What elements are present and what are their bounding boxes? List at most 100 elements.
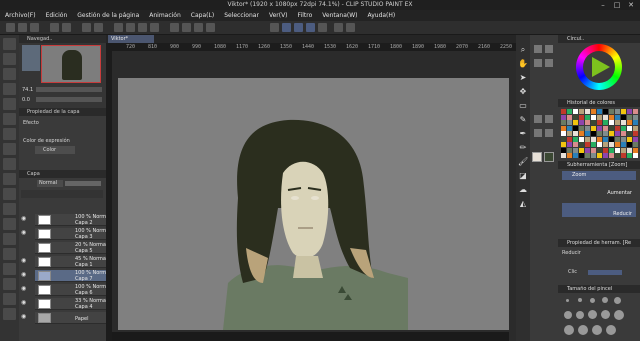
color-history-swatch[interactable] [597, 114, 602, 120]
color-history-swatch[interactable] [615, 109, 620, 114]
color-history-swatch[interactable] [585, 109, 590, 114]
color-history-swatch[interactable] [591, 142, 596, 147]
color-history-swatch[interactable] [621, 114, 626, 120]
color-history-swatch[interactable] [573, 142, 578, 147]
color-history-swatch[interactable] [627, 147, 632, 153]
brush-size-option[interactable] [564, 325, 574, 335]
subview-icon[interactable] [3, 53, 16, 65]
pen-tool-icon[interactable]: ✒ [518, 129, 528, 139]
tool-icon-13[interactable] [3, 218, 16, 230]
visibility-eye-icon[interactable]: ◉ [21, 314, 29, 320]
color-history-swatch[interactable] [567, 153, 572, 158]
tool-property-slider[interactable] [588, 270, 622, 275]
color-history-swatch[interactable] [561, 131, 566, 136]
color-history-swatch[interactable] [597, 125, 602, 131]
horizontal-scrollbar[interactable] [112, 332, 509, 341]
color-history-swatch[interactable] [609, 142, 614, 147]
rotate-view-icon[interactable] [270, 23, 279, 32]
color-history-swatch[interactable] [561, 114, 566, 120]
color-history-swatch[interactable] [603, 125, 608, 131]
subtool-icon[interactable] [545, 59, 553, 67]
color-history-swatch[interactable] [573, 136, 578, 142]
brush-size-option[interactable] [602, 297, 608, 303]
color-history-swatch[interactable] [609, 131, 614, 136]
color-history-swatch[interactable] [621, 142, 626, 147]
color-history-swatch[interactable] [603, 114, 608, 120]
animation-icon[interactable] [3, 98, 16, 110]
color-history-swatch[interactable] [579, 136, 584, 142]
color-history-swatch[interactable] [585, 142, 590, 147]
color-history-swatch[interactable] [627, 136, 632, 142]
color-history-swatch[interactable] [633, 109, 638, 114]
opacity-slider[interactable] [65, 181, 101, 186]
sub-color-swatch[interactable] [544, 152, 554, 162]
color-history-swatch[interactable] [627, 142, 632, 147]
info-icon[interactable] [3, 68, 16, 80]
color-wheel[interactable] [576, 44, 622, 90]
brush-size-option[interactable] [592, 325, 602, 335]
layer-row[interactable]: 45 % Normal Capa 1 [35, 256, 107, 268]
color-history-swatch[interactable] [591, 136, 596, 142]
color-history-swatch[interactable] [585, 147, 590, 153]
color-history-swatch[interactable] [561, 136, 566, 142]
color-history-swatch[interactable] [567, 109, 572, 114]
open-file-icon[interactable] [18, 23, 27, 32]
color-history-swatch[interactable] [567, 142, 572, 147]
fill-icon[interactable] [94, 23, 103, 32]
menu-animacion[interactable]: Animación [144, 10, 186, 21]
color-history-swatch[interactable] [597, 153, 602, 158]
fill-tool-icon[interactable]: ◭ [518, 199, 528, 209]
color-history-swatch[interactable] [597, 142, 602, 147]
blend-tool-icon[interactable]: ☁ [518, 185, 528, 195]
color-history-swatch[interactable] [627, 109, 632, 114]
color-history-swatch[interactable] [609, 153, 614, 158]
subtool-option-reducir[interactable]: Reducir [562, 203, 636, 217]
color-history-swatch[interactable] [633, 153, 638, 158]
tool-icon-19[interactable] [3, 308, 16, 320]
menu-ventana[interactable]: Ventana(W) [317, 10, 362, 21]
color-history-swatch[interactable] [597, 120, 602, 125]
layer-search-icon[interactable] [3, 83, 16, 95]
layer-panel-icon[interactable] [3, 173, 16, 185]
subtool-icon[interactable] [545, 115, 553, 123]
color-history-swatch[interactable] [573, 147, 578, 153]
color-history-swatch[interactable] [633, 120, 638, 125]
subtool-icon[interactable] [534, 59, 542, 67]
blend-mode-select[interactable]: Normal [37, 180, 63, 187]
angle-slider[interactable] [36, 97, 102, 102]
visibility-eye-icon[interactable]: ◉ [21, 230, 29, 236]
color-history-swatch[interactable] [579, 125, 584, 131]
layer-row[interactable]: 20 % Normal Capa 5 [35, 242, 107, 254]
color-history-swatch[interactable] [609, 147, 614, 153]
color-history-swatch[interactable] [621, 109, 626, 114]
operation-tool-icon[interactable]: ➤ [518, 73, 528, 83]
perspective-icon[interactable] [206, 23, 215, 32]
brush-size-option[interactable] [588, 310, 597, 319]
material-icon[interactable] [3, 143, 16, 155]
close-icon[interactable]: ✕ [624, 0, 638, 10]
color-history-swatch[interactable] [561, 120, 566, 125]
eraser-tool-icon[interactable]: ◪ [518, 171, 528, 181]
color-history-swatch[interactable] [633, 114, 638, 120]
clear-icon[interactable] [82, 23, 91, 32]
zoom-tool-icon[interactable]: ⌕ [518, 45, 528, 55]
layer-row[interactable]: 100 % Normal Capa 2 [35, 214, 111, 226]
color-history-swatch[interactable] [609, 114, 614, 120]
color-history-swatch[interactable] [591, 131, 596, 136]
ruler-icon[interactable] [182, 23, 191, 32]
color-history-swatch[interactable] [609, 109, 614, 114]
color-history-swatch[interactable] [621, 120, 626, 125]
color-history-swatch[interactable] [633, 136, 638, 142]
document-tab[interactable]: Viktor* [108, 35, 154, 43]
zoom-slider[interactable] [36, 87, 102, 92]
color-history-swatch[interactable] [615, 147, 620, 153]
color-history-swatch[interactable] [567, 120, 572, 125]
color-history-swatch[interactable] [579, 114, 584, 120]
brush-size-option[interactable] [601, 310, 610, 319]
color-history-swatch[interactable] [597, 147, 602, 153]
tool-icon-15[interactable] [3, 248, 16, 260]
invert-selection-icon[interactable] [150, 23, 159, 32]
tool-icon-14[interactable] [3, 233, 16, 245]
color-history-swatch[interactable] [567, 147, 572, 153]
color-history-swatch[interactable] [603, 136, 608, 142]
